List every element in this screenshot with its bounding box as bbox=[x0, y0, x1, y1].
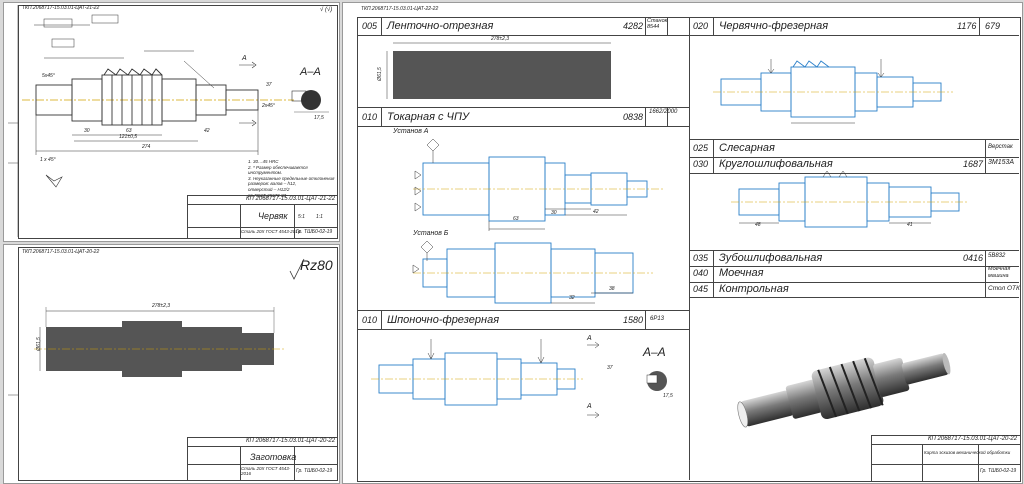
worm-shaft-3d-render bbox=[737, 352, 951, 428]
part-name: Заготовка bbox=[250, 452, 297, 462]
dim-chamfer-a: 5x45° bbox=[42, 73, 55, 79]
group: Гр. ТШБ0-02-19 bbox=[980, 468, 1017, 474]
dim-chamfer-b: 2x45° bbox=[262, 103, 275, 109]
scale: 5:1 bbox=[298, 214, 305, 220]
title-block: КП 2068717-15.03.01-ЦАТ-21-22 Червяк Ста… bbox=[187, 195, 338, 239]
technical-notes: 1. 30…45 HRC 2. * Размер обеспечивается … bbox=[248, 159, 339, 198]
dim-length-a: 30 bbox=[84, 128, 90, 134]
dim-total-length: 274 bbox=[142, 144, 151, 150]
dim-blank-diameter: Ø61,5 bbox=[35, 337, 42, 351]
machining-card-sheet: ТКП.2068717-15.03.01-ЦАТ-22-22 005 Ленто… bbox=[342, 2, 1023, 484]
title-block: КП 2068717-15.03.01-ЦАТ-20-22 Заготовка … bbox=[187, 437, 338, 481]
part-name: Карта эскизов механической обработки bbox=[924, 450, 1011, 455]
group: Гр. ТШБ0-02-19 bbox=[296, 229, 333, 235]
designation: КП 2068717-15.03.01-ЦАТ-20-22 bbox=[246, 438, 336, 444]
drawing-sheet-worm: ТКП.2068717-15.03.01-ЦАТ-21-22 А–А А 274… bbox=[3, 2, 340, 242]
drawing-sheet-blank: ТКП.2068717-15.03.01-ЦАТ-20-22 Rz80 278±… bbox=[3, 244, 340, 484]
dim-length-f: 17,5 bbox=[314, 115, 324, 121]
mass: 1:1 bbox=[316, 214, 323, 220]
designation: КП 2068717-15.03.01-ЦАТ-21-22 bbox=[246, 196, 336, 202]
section-label: А–А bbox=[300, 66, 321, 78]
section-arrow-top: А bbox=[242, 55, 247, 62]
part-name: Червяк bbox=[258, 211, 288, 221]
group: Гр. ТШБ0-02-19 bbox=[296, 468, 333, 474]
dim-length-c: 121±0,5 bbox=[119, 134, 138, 140]
roughness-mark: √ (√) bbox=[320, 7, 333, 13]
title-block: КП 2068717-15.03.01-ЦАТ-20-22 Карта эски… bbox=[871, 435, 1021, 482]
dim-angle: 1 x 45° bbox=[40, 157, 56, 163]
material: Сталь 20Х ГОСТ 4543-2016 bbox=[241, 466, 291, 476]
dim-length-d: 42 bbox=[204, 128, 210, 134]
dim-blank-length: 278±2,3 bbox=[152, 303, 171, 309]
note-line: 2. * Размер обеспечивается инструментом. bbox=[248, 164, 308, 176]
designation: КП 2068717-15.03.01-ЦАТ-20-22 bbox=[928, 436, 1018, 442]
material: Сталь 20Х ГОСТ 4543-2016 bbox=[241, 229, 301, 234]
dim-length-e: 37 bbox=[266, 82, 272, 88]
